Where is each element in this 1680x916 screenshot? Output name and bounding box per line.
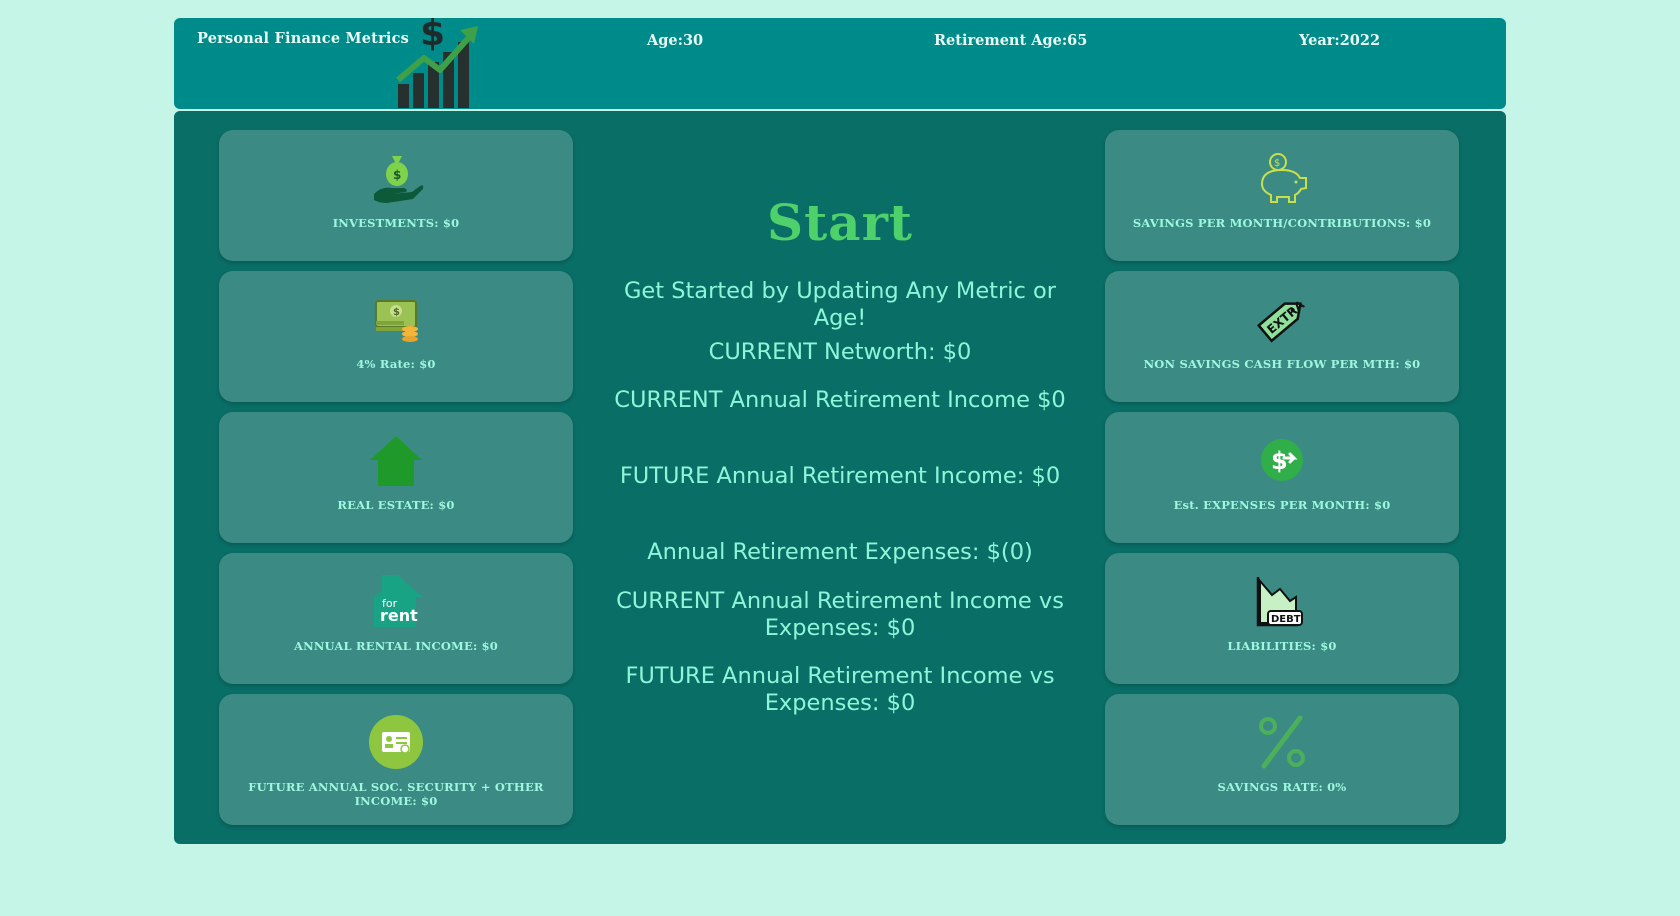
investments-card[interactable]: $ INVESTMENTS: $0 [219, 130, 573, 261]
non-savings-cash-flow-card[interactable]: EXTRA NON SAVINGS CASH FLOW PER MTH: $0 [1105, 271, 1459, 402]
start-heading: Start [766, 193, 914, 252]
future-income-vs-expenses: FUTURE Annual Retirement Income vs Expen… [625, 663, 1055, 716]
savings-rate-card[interactable]: SAVINGS RATE: 0% [1105, 694, 1459, 825]
id-card-icon [369, 715, 423, 769]
age-value[interactable]: Age:30 [647, 32, 703, 49]
current-retirement-income: CURRENT Annual Retirement Income $0 [614, 387, 1066, 413]
extra-tag-icon: EXTRA [1256, 297, 1308, 343]
svg-text:$: $ [1274, 158, 1280, 169]
savings-per-month-card[interactable]: $ SAVINGS PER MONTH/CONTRIBUTIONS: $0 [1105, 130, 1459, 261]
real-estate-label: REAL ESTATE: $0 [337, 498, 455, 512]
four-percent-rate-label: 4% Rate: $0 [356, 357, 436, 371]
retirement-age-value[interactable]: Retirement Age:65 [934, 32, 1087, 49]
svg-text:$: $ [1271, 447, 1288, 475]
debt-chart-icon: DEBT [1256, 577, 1303, 627]
social-security-card[interactable]: FUTURE ANNUAL SOC. SECURITY + OTHER INCO… [219, 694, 573, 825]
current-income-vs-expenses: CURRENT Annual Retirement Income vs Expe… [616, 588, 1064, 641]
expenses-per-month-card[interactable]: $ Est. EXPENSES PER MONTH: $0 [1105, 412, 1459, 543]
liabilities-card[interactable]: DEBT LIABILITIES: $0 [1105, 553, 1459, 684]
svg-text:$: $ [393, 307, 400, 318]
investments-label: INVESTMENTS: $0 [332, 216, 460, 230]
year-value[interactable]: Year:2022 [1299, 32, 1380, 49]
svg-text:rent: rent [380, 606, 418, 625]
svg-text:$: $ [420, 18, 445, 54]
savings-rate-label: SAVINGS RATE: 0% [1217, 780, 1347, 794]
dollar-circle-arrow-icon: $ [1261, 439, 1303, 481]
percent-icon [1259, 715, 1305, 769]
savings-per-month-label: SAVINGS PER MONTH/CONTRIBUTIONS: $0 [1132, 216, 1432, 230]
growth-chart-logo-icon: $ [396, 18, 478, 108]
rental-income-label: ANNUAL RENTAL INCOME: $0 [293, 639, 499, 653]
rental-income-card[interactable]: for rent ANNUAL RENTAL INCOME: $0 [219, 553, 573, 684]
real-estate-card[interactable]: REAL ESTATE: $0 [219, 412, 573, 543]
svg-text:DEBT: DEBT [1271, 614, 1301, 625]
four-percent-rate-card[interactable]: $ 4% Rate: $0 [219, 271, 573, 402]
liabilities-label: LIABILITIES: $0 [1227, 639, 1337, 653]
expenses-per-month-label: Est. EXPENSES PER MONTH: $0 [1173, 498, 1391, 512]
future-retirement-income: FUTURE Annual Retirement Income: $0 [619, 463, 1061, 489]
svg-text:$: $ [393, 168, 401, 182]
retirement-expenses: Annual Retirement Expenses: $(0) [647, 539, 1033, 565]
app-header: Personal Finance Metrics $ Age:30 Retire… [174, 18, 1506, 109]
house-icon [370, 436, 422, 486]
cash-coins-icon: $ [375, 300, 418, 342]
app-title: Personal Finance Metrics [197, 30, 410, 47]
money-bag-hand-icon: $ [374, 156, 424, 203]
for-rent-house-icon: for rent [374, 575, 422, 627]
metrics-panel: $ INVESTMENTS: $0 $ 4% Rate: $0 REAL EST… [174, 111, 1506, 844]
social-security-label: FUTURE ANNUAL SOC. SECURITY + OTHER INCO… [248, 780, 544, 808]
non-savings-cash-flow-label: NON SAVINGS CASH FLOW PER MTH: $0 [1143, 357, 1421, 371]
piggy-bank-icon: $ [1260, 153, 1307, 203]
intro-text: Get Started by Updating Any Metric or Ag… [623, 278, 1057, 331]
summary-panel: Start Get Started by Updating Any Metric… [609, 111, 1071, 844]
current-networth: CURRENT Networth: $0 [708, 339, 972, 365]
